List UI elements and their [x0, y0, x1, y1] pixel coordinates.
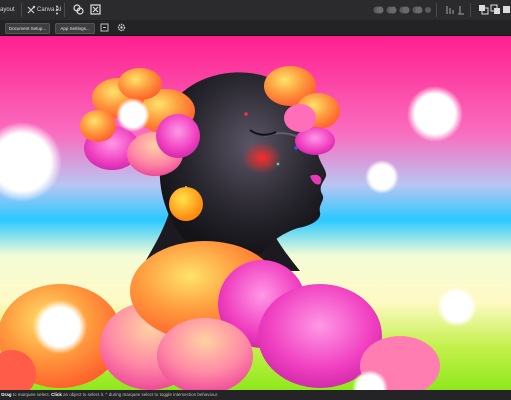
app-settings-button[interactable]: App Settings... — [55, 23, 95, 34]
toolbar-divider — [436, 3, 437, 17]
boolean-icons[interactable] — [372, 4, 432, 16]
canva-ai-icon[interactable] — [26, 5, 36, 15]
align-icons[interactable] — [445, 4, 465, 16]
document-setup-button[interactable]: Document Setup... — [5, 23, 50, 34]
status-drag-text: to marquee select. — [12, 392, 50, 397]
status-click-key: Click — [51, 392, 62, 397]
status-modifier-text: ^ during marquee select to toggle inters… — [105, 392, 219, 397]
main-toolbar: ayout Canva AI — [0, 0, 511, 21]
export-icon[interactable] — [90, 4, 101, 15]
toolbar-divider — [64, 3, 65, 17]
assets-icon[interactable] — [73, 4, 84, 15]
context-toolbar: Document Setup... App Settings... — [0, 20, 511, 36]
toolbar-divider — [470, 3, 471, 17]
file-icon[interactable] — [100, 23, 109, 32]
status-drag-key: Drag — [1, 392, 12, 397]
settings-icon[interactable] — [117, 23, 126, 32]
more-icon[interactable] — [55, 5, 59, 15]
toolbar-divider — [21, 3, 22, 17]
persona-label[interactable]: ayout — [0, 0, 15, 20]
status-click-text: an object to select it. — [63, 392, 105, 397]
status-bar: Drag to marquee select. Click an object … — [0, 390, 511, 400]
arrange-icons[interactable] — [478, 4, 511, 16]
artwork-image — [0, 36, 511, 390]
document-canvas[interactable] — [0, 36, 511, 390]
